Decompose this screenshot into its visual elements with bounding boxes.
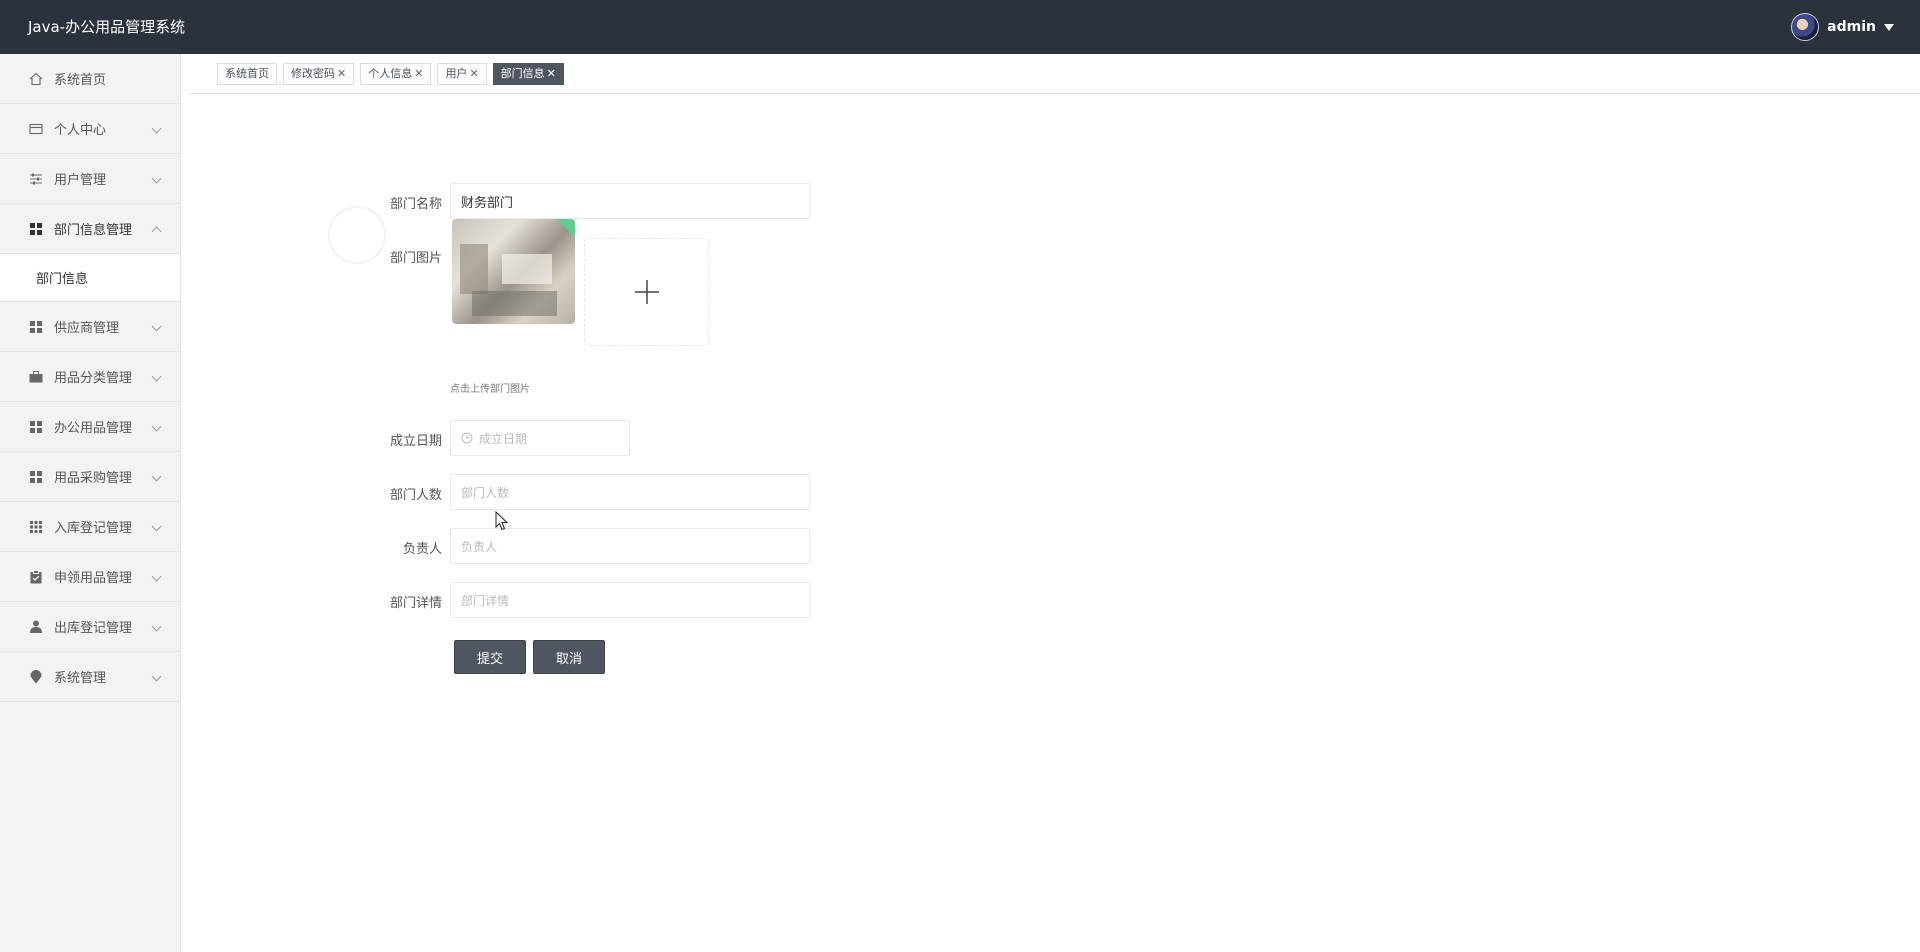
dept-name-label: 部门名称 xyxy=(389,197,442,212)
sidebar-subitem-dept-info[interactable]: 部门信息 xyxy=(0,254,180,302)
close-icon[interactable]: ✕ xyxy=(414,64,423,84)
chevron-down-icon xyxy=(151,571,162,582)
apps-icon xyxy=(28,519,44,535)
grid-icon xyxy=(28,419,44,435)
chevron-up-icon xyxy=(151,226,162,237)
grid-icon xyxy=(28,469,44,485)
sidebar-item-dept-management[interactable]: 部门信息管理 xyxy=(0,204,180,254)
image-upload-button[interactable] xyxy=(584,238,709,346)
upload-hint: 点击上传部门图片 xyxy=(450,384,530,395)
tag-home[interactable]: 系统首页 xyxy=(217,62,277,85)
sidebar-item-label: 系统首页 xyxy=(54,73,107,88)
sidebar-item-label: 用品采购管理 xyxy=(54,471,133,486)
plus-icon xyxy=(634,280,659,304)
dept-image-thumbnail[interactable] xyxy=(452,219,575,324)
sidebar-item-label: 用品分类管理 xyxy=(54,371,133,386)
manager-label: 负责人 xyxy=(402,542,442,557)
tag-label: 修改密码 xyxy=(291,66,335,80)
tag-label: 个人信息 xyxy=(368,66,413,80)
user-menu[interactable]: admin xyxy=(1791,0,1894,54)
sidebar-item-label: 系统管理 xyxy=(54,671,107,686)
username[interactable]: admin xyxy=(1827,19,1876,35)
briefcase-icon xyxy=(28,369,44,385)
mouse-cursor-icon xyxy=(495,511,509,531)
sidebar-item-label: 申领用品管理 xyxy=(54,571,133,586)
sidebar-item-label: 部门信息管理 xyxy=(54,223,133,238)
sidebar-item-label: 办公用品管理 xyxy=(54,421,133,436)
sidebar-item-personal-center[interactable]: 个人中心 xyxy=(0,104,180,154)
close-icon[interactable]: ✕ xyxy=(547,64,556,84)
sidebar-item-system-management[interactable]: 系统管理 xyxy=(0,652,180,702)
sidebar-subitem-label: 部门信息 xyxy=(36,272,89,287)
close-icon[interactable]: ✕ xyxy=(469,64,478,84)
cancel-button[interactable]: 取消 xyxy=(533,640,605,674)
chevron-down-icon xyxy=(151,471,162,482)
tag-label: 系统首页 xyxy=(225,66,269,80)
sidebar-item-supplies-management[interactable]: 办公用品管理 xyxy=(0,402,180,452)
tag-dept-info[interactable]: 部门信息 ✕ xyxy=(492,62,564,85)
headcount-label: 部门人数 xyxy=(389,488,442,503)
sidebar-item-user-management[interactable]: 用户管理 xyxy=(0,154,180,204)
top-header: Java-办公用品管理系统 admin xyxy=(0,0,1920,54)
chevron-down-icon xyxy=(151,621,162,632)
sidebar-item-purchase-management[interactable]: 用品采购管理 xyxy=(0,452,180,502)
tag-change-password[interactable]: 修改密码 ✕ xyxy=(283,62,355,85)
chevron-down-icon xyxy=(151,671,162,682)
submit-button[interactable]: 提交 xyxy=(454,640,526,674)
dept-image-label: 部门图片 xyxy=(389,251,442,266)
sidebar-item-category-management[interactable]: 用品分类管理 xyxy=(0,352,180,402)
details-label: 部门详情 xyxy=(389,596,442,611)
sidebar-item-label: 出库登记管理 xyxy=(54,621,133,636)
sidebar-item-inbound-management[interactable]: 入库登记管理 xyxy=(0,502,180,552)
manager-input[interactable]: 负责人 xyxy=(450,528,810,564)
sidebar-item-label: 入库登记管理 xyxy=(54,521,133,536)
headcount-input[interactable]: 部门人数 xyxy=(450,474,810,510)
app-title: Java-办公用品管理系统 xyxy=(28,18,186,36)
tag-user[interactable]: 用户 ✕ xyxy=(437,62,487,85)
tag-personal-info[interactable]: 个人信息 ✕ xyxy=(360,62,432,85)
clipboard-icon xyxy=(28,569,44,585)
dept-name-input[interactable]: 财务部门 xyxy=(450,183,810,219)
chevron-down-icon xyxy=(151,371,162,382)
clock-icon xyxy=(461,432,473,444)
tag-label: 用户 xyxy=(445,66,468,80)
card-icon xyxy=(28,121,44,137)
avatar[interactable] xyxy=(1791,13,1820,41)
chevron-down-icon xyxy=(151,173,162,184)
tags-view-bar: 系统首页 修改密码 ✕ 个人信息 ✕ 用户 ✕ 部门信息 ✕ xyxy=(190,54,1920,94)
chevron-down-icon xyxy=(151,321,162,332)
close-icon[interactable]: ✕ xyxy=(337,64,346,84)
user-icon xyxy=(28,619,44,635)
tag-label: 部门信息 xyxy=(500,66,545,80)
sidebar-item-home[interactable]: 系统首页 xyxy=(0,54,180,104)
sidebar: 系统首页 个人中心 用户管理 部门信息管理 部门信息 供应商管理 用品分类管理 … xyxy=(0,54,181,952)
sidebar-item-supplier-management[interactable]: 供应商管理 xyxy=(0,302,180,352)
details-input[interactable]: 部门详情 xyxy=(450,582,810,618)
sidebar-item-outbound-management[interactable]: 出库登记管理 xyxy=(0,602,180,652)
founded-date-label: 成立日期 xyxy=(389,434,442,449)
sidebar-item-label: 供应商管理 xyxy=(54,321,120,336)
chevron-down-icon xyxy=(151,123,162,134)
caret-down-icon[interactable] xyxy=(1884,23,1894,31)
grid-icon xyxy=(28,319,44,335)
sliders-icon xyxy=(28,171,44,187)
grid-icon xyxy=(28,221,44,237)
sidebar-item-label: 用户管理 xyxy=(54,173,107,188)
founded-date-picker[interactable]: 成立日期 xyxy=(450,420,630,456)
pin-icon xyxy=(28,669,44,685)
sidebar-item-label: 个人中心 xyxy=(54,123,107,138)
sidebar-item-requisition-management[interactable]: 申领用品管理 xyxy=(0,552,180,602)
home-icon xyxy=(28,71,44,87)
chevron-down-icon xyxy=(151,521,162,532)
chevron-down-icon xyxy=(151,421,162,432)
date-placeholder: 成立日期 xyxy=(479,431,528,446)
